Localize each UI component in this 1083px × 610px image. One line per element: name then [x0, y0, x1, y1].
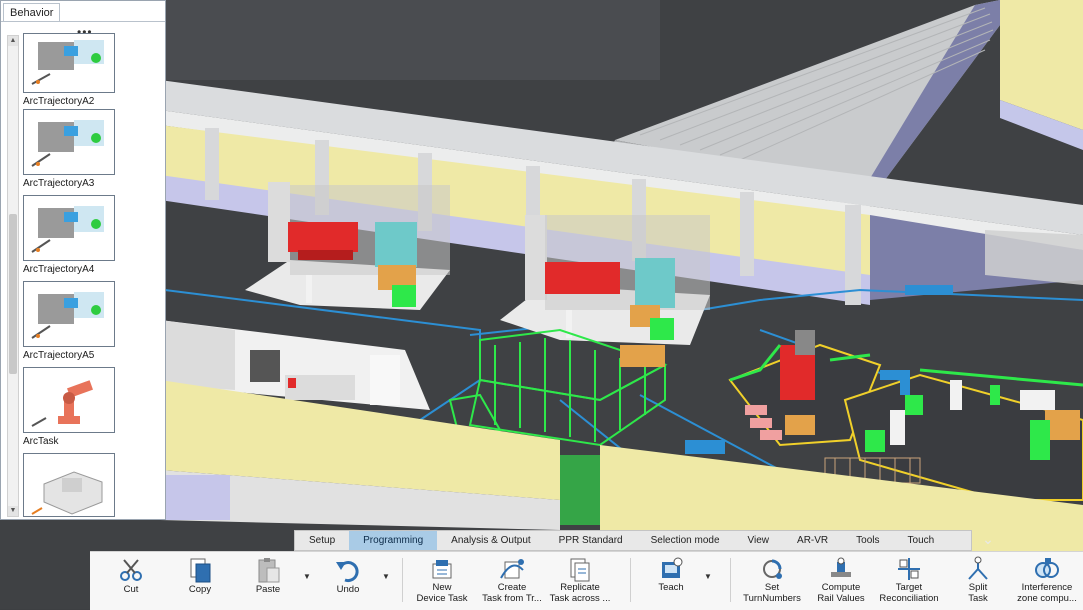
compute-rail-icon	[831, 557, 851, 577]
copy-label: Copy	[188, 584, 212, 595]
tab-selection-mode[interactable]: Selection mode	[637, 531, 734, 550]
cut-button[interactable]: Cut	[110, 554, 152, 608]
paste-button[interactable]: Paste	[246, 554, 290, 608]
tab-ppr-standard[interactable]: PPR Standard	[545, 531, 637, 550]
pallet	[620, 345, 665, 367]
undo-label: Undo	[336, 584, 360, 595]
robot-arm-thumbnail-icon	[23, 367, 115, 433]
press-brake-cell-2	[500, 215, 710, 345]
replicate-task-button[interactable]: Replicate Task across ...	[546, 554, 614, 608]
paste-label: Paste	[255, 584, 281, 595]
split-task-button[interactable]: Split Task	[954, 554, 1002, 608]
behavior-item[interactable]: ArcTrajectoryA2	[23, 33, 115, 107]
replicate-task-label-1: Replicate	[560, 582, 600, 593]
copy-button[interactable]: Copy	[178, 554, 222, 608]
target-reconciliation-label-1: Target	[895, 582, 923, 593]
machine-thumbnail-icon	[23, 453, 115, 517]
tab-programming[interactable]: Programming	[349, 531, 438, 550]
interference-zone-label-2: zone compu...	[1017, 593, 1077, 604]
teach-icon	[662, 557, 683, 578]
arc-trajectory-thumbnail-icon	[23, 33, 115, 93]
set-turn-numbers-icon	[763, 559, 782, 579]
teach-button[interactable]: Teach	[648, 554, 694, 608]
tab-tools[interactable]: Tools	[842, 531, 893, 550]
tab-analysis-output[interactable]: Analysis & Output	[437, 531, 544, 550]
tab-view[interactable]: View	[734, 531, 784, 550]
ribbon-toolbar: Cut Copy Paste ▼ Undo ▼ New Device Task …	[90, 551, 1083, 610]
set-turn-numbers-label-1: Set	[764, 582, 780, 593]
floor-far	[160, 0, 660, 80]
new-device-task-icon	[432, 560, 452, 579]
behavior-item-label: ArcTask	[23, 436, 59, 447]
arc-trajectory-thumbnail-icon	[23, 109, 115, 175]
split-task-label-1: Split	[968, 582, 988, 593]
tab-ar-vr[interactable]: AR-VR	[783, 531, 842, 550]
replicate-task-label-2: Task across ...	[549, 593, 611, 604]
behavior-item[interactable]: ArcTask	[23, 367, 115, 447]
undo-dropdown-icon[interactable]: ▼	[382, 572, 390, 581]
compute-rail-label-1: Compute	[821, 582, 861, 593]
interference-zone-button[interactable]: Interference zone compu...	[1012, 554, 1082, 608]
tab-divider	[1, 21, 165, 22]
teach-dropdown-icon[interactable]: ▼	[704, 572, 712, 581]
toolbar-separator	[402, 558, 403, 602]
create-task-label-1: Create	[497, 582, 527, 593]
new-device-task-button[interactable]: New Device Task	[412, 554, 472, 608]
create-task-from-trajectory-button[interactable]: Create Task from Tr...	[478, 554, 546, 608]
behavior-item-label: ArcTrajectoryA2	[23, 96, 95, 107]
front-wall-purple	[160, 475, 230, 520]
paste-icon	[258, 558, 280, 583]
behavior-item[interactable]: ArcTrajectoryA3	[23, 109, 115, 189]
replicate-task-icon	[570, 558, 590, 582]
tab-setup[interactable]: Setup	[295, 531, 349, 550]
door-opening	[560, 455, 600, 525]
compute-rail-label-2: Rail Values	[817, 593, 865, 604]
new-device-task-label-2: Device Task	[416, 593, 468, 604]
scroll-thumb[interactable]	[9, 214, 17, 374]
arc-trajectory-thumbnail-icon	[23, 195, 115, 261]
behavior-item-label: ArcTrajectoryA5	[23, 350, 95, 361]
scissors-icon	[120, 559, 142, 581]
compute-rail-values-button[interactable]: Compute Rail Values	[808, 554, 874, 608]
interference-zone-label-1: Interference	[1021, 582, 1073, 593]
behavior-panel: Behavior ••• ▲ ▼ ArcTrajectoryA2 ArcTraj…	[0, 0, 166, 520]
behavior-item[interactable]: ArcTrajectoryA4	[23, 195, 115, 275]
interference-zone-icon	[1035, 558, 1059, 578]
behavior-item[interactable]: ArcTrajectoryA5	[23, 281, 115, 361]
target-reconciliation-icon	[898, 558, 920, 580]
set-turn-numbers-label-2: TurnNumbers	[743, 593, 801, 604]
teach-label: Teach	[658, 582, 684, 593]
toolbar-separator	[730, 558, 731, 602]
vertical-scrollbar[interactable]: ▲ ▼	[7, 35, 19, 517]
set-turn-numbers-button[interactable]: Set TurnNumbers	[738, 554, 806, 608]
behavior-item[interactable]	[23, 453, 115, 520]
chevron-down-icon[interactable]: ⌄	[978, 530, 998, 550]
scroll-up-arrow-icon[interactable]: ▲	[8, 36, 18, 46]
new-device-task-label-1: New	[432, 582, 452, 593]
arc-trajectory-thumbnail-icon	[23, 281, 115, 347]
create-task-label-2: Task from Tr...	[482, 593, 542, 604]
tab-touch[interactable]: Touch	[894, 531, 949, 550]
ribbon-tabs: Setup Programming Analysis & Output PPR …	[294, 530, 972, 551]
cut-label: Cut	[123, 584, 139, 595]
behavior-tab[interactable]: Behavior	[3, 3, 61, 22]
target-reconciliation-label-2: Reconciliation	[879, 593, 939, 604]
split-task-icon	[968, 556, 988, 580]
copy-icon	[190, 558, 211, 583]
behavior-item-label: ArcTrajectoryA4	[23, 264, 95, 275]
toolbar-separator	[630, 558, 631, 602]
split-task-label-2: Task	[968, 593, 988, 604]
target-reconciliation-button[interactable]: Target Reconciliation	[876, 554, 942, 608]
press-brake-cell-1	[245, 182, 450, 310]
undo-icon	[336, 561, 359, 583]
paste-dropdown-icon[interactable]: ▼	[303, 572, 311, 581]
scroll-down-arrow-icon[interactable]: ▼	[8, 506, 18, 516]
behavior-item-label: ArcTrajectoryA3	[23, 178, 95, 189]
undo-button[interactable]: Undo	[326, 554, 370, 608]
create-task-icon	[500, 559, 524, 579]
